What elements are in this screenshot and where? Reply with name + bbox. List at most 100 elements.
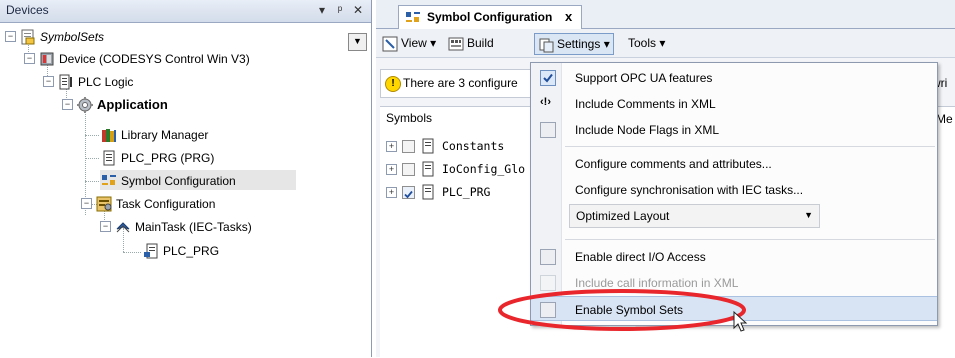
tools-menu-button[interactable]: Tools ▾ bbox=[628, 33, 665, 53]
menu-item-label: Enable Symbol Sets bbox=[575, 303, 684, 317]
tree-item-label: Symbol Configuration bbox=[121, 173, 236, 188]
tab-symbol-configuration[interactable]: Symbol Configuration x bbox=[398, 5, 582, 29]
view-menu-button[interactable]: View ▾ bbox=[382, 33, 436, 53]
tree-item-label: Library Manager bbox=[121, 127, 209, 142]
symbol-checkbox[interactable] bbox=[402, 163, 415, 176]
symbols-column-header: Symbols bbox=[386, 111, 433, 125]
tree-item-application[interactable]: − Application bbox=[0, 94, 371, 114]
view-label: View bbox=[401, 36, 427, 50]
view-icon bbox=[382, 36, 398, 52]
program-document-icon bbox=[101, 150, 117, 166]
tree-item-device[interactable]: − Device (CODESYS Control Win V3) bbox=[0, 48, 371, 68]
symbol-configuration-icon bbox=[405, 10, 421, 26]
tree-item-symbolsets[interactable]: − SymbolSets bbox=[0, 26, 345, 46]
checkbox-checked-icon bbox=[540, 70, 556, 86]
collapse-icon[interactable]: − bbox=[100, 221, 111, 232]
menu-item-label: Include Node Flags in XML bbox=[575, 123, 720, 137]
tree-item-label: Device (CODESYS Control Win V3) bbox=[59, 51, 250, 66]
menu-separator bbox=[565, 146, 935, 147]
menu-item-support-opc-ua[interactable]: Support OPC UA features bbox=[531, 65, 937, 90]
collapse-icon[interactable]: − bbox=[81, 198, 92, 209]
editor-toolbar: View ▾ Build Settings ▾ Tools ▾ bbox=[376, 29, 955, 58]
devices-pane: Devices ▾ ᵖ ✕ − SymbolSets ▼ − Device (C… bbox=[0, 0, 372, 357]
chevron-down-icon: ▾ bbox=[430, 36, 437, 50]
device-tree: − SymbolSets ▼ − Device (CODESYS Control… bbox=[0, 24, 371, 354]
info-message: There are 3 configure bbox=[403, 76, 518, 90]
collapse-icon[interactable]: − bbox=[5, 31, 16, 42]
warning-icon: ! bbox=[385, 76, 401, 92]
layout-select[interactable]: Optimized Layout ▼ bbox=[569, 204, 820, 228]
menu-item-label: Enable direct I/O Access bbox=[575, 250, 706, 264]
tree-item-plc-prg[interactable]: PLC_PRG (PRG) bbox=[0, 147, 371, 167]
settings-label: Settings bbox=[557, 37, 601, 51]
menu-item-include-comments[interactable]: ‹!› Include Comments in XML bbox=[531, 91, 937, 116]
program-document-icon bbox=[420, 138, 436, 154]
tab-strip: Symbol Configuration x bbox=[376, 0, 955, 29]
comment-tag-icon: ‹!› bbox=[540, 96, 551, 108]
menu-item-configure-comments[interactable]: Configure comments and attributes... bbox=[531, 151, 937, 176]
symbol-checkbox-checked[interactable] bbox=[402, 186, 415, 199]
tree-item-label: PLC_PRG bbox=[163, 243, 220, 258]
collapse-icon[interactable]: − bbox=[24, 53, 35, 64]
menu-item-label: Configure synchronisation with IEC tasks… bbox=[575, 183, 804, 197]
project-icon bbox=[20, 29, 36, 45]
symbol-label: Constants bbox=[442, 139, 505, 153]
close-tab-icon[interactable]: x bbox=[565, 9, 572, 24]
pane-menu-icon[interactable]: ▾ bbox=[314, 2, 330, 18]
menu-item-include-call-information: Include call information in XML bbox=[531, 270, 937, 295]
checkbox-unchecked-icon bbox=[540, 249, 556, 265]
library-books-icon bbox=[101, 127, 117, 143]
program-document-icon bbox=[420, 161, 436, 177]
program-document-icon bbox=[420, 184, 436, 200]
tools-label: Tools bbox=[628, 36, 657, 50]
menu-item-label: Configure comments and attributes... bbox=[575, 157, 772, 171]
tree-item-label: PLC Logic bbox=[78, 74, 134, 89]
checkbox-unchecked-icon bbox=[540, 122, 556, 138]
menu-item-label: Support OPC UA features bbox=[575, 71, 713, 85]
expand-icon[interactable]: + bbox=[386, 164, 397, 175]
collapse-icon[interactable]: − bbox=[62, 99, 73, 110]
tree-item-label: MainTask (IEC-Tasks) bbox=[135, 219, 252, 234]
tree-item-plc-logic[interactable]: − PLC Logic bbox=[0, 71, 371, 91]
tree-item-task-configuration[interactable]: − Task Configuration bbox=[0, 193, 371, 213]
menu-item-configure-synchronisation[interactable]: Configure synchronisation with IEC tasks… bbox=[531, 177, 937, 202]
settings-icon bbox=[538, 37, 554, 53]
plc-logic-icon bbox=[58, 74, 74, 90]
symbol-row-plc-prg[interactable]: + PLC_PRG bbox=[386, 183, 536, 201]
chevron-down-icon: ▾ bbox=[659, 36, 666, 50]
tree-item-library-manager[interactable]: Library Manager bbox=[0, 124, 371, 144]
tree-item-task-plc-prg[interactable]: PLC_PRG bbox=[0, 240, 371, 260]
task-configuration-icon bbox=[96, 196, 112, 212]
tree-item-label: Task Configuration bbox=[116, 196, 216, 211]
checkbox-disabled-icon bbox=[540, 275, 556, 291]
menu-item-enable-direct-io[interactable]: Enable direct I/O Access bbox=[531, 244, 937, 269]
chevron-down-icon: ▼ bbox=[804, 210, 813, 220]
expand-icon[interactable]: + bbox=[386, 141, 397, 152]
expand-icon[interactable]: + bbox=[386, 187, 397, 198]
menu-item-include-node-flags[interactable]: Include Node Flags in XML bbox=[531, 117, 937, 142]
symbol-row-constants[interactable]: + Constants bbox=[386, 137, 536, 155]
members-column-header: Me bbox=[936, 112, 953, 126]
settings-menu-button[interactable]: Settings ▾ bbox=[534, 33, 614, 55]
symbol-row-ioconfig[interactable]: + IoConfig_Glo bbox=[386, 160, 536, 178]
build-label: Build bbox=[467, 36, 494, 50]
build-icon bbox=[448, 36, 464, 52]
symbol-checkbox[interactable] bbox=[402, 140, 415, 153]
tree-item-label: Application bbox=[97, 96, 168, 112]
tree-item-symbol-configuration[interactable]: Symbol Configuration bbox=[100, 170, 296, 190]
tree-item-label: SymbolSets bbox=[40, 29, 105, 44]
menu-item-enable-symbol-sets[interactable]: Enable Symbol Sets bbox=[531, 296, 937, 321]
pin-icon[interactable]: ᵖ bbox=[332, 2, 348, 18]
checkbox-unchecked-icon bbox=[540, 302, 556, 318]
task-icon bbox=[115, 219, 131, 235]
menu-item-label: Include call information in XML bbox=[575, 276, 739, 290]
chevron-down-icon: ▾ bbox=[603, 37, 610, 51]
device-icon bbox=[39, 51, 55, 67]
symbol-label: IoConfig_Glo bbox=[442, 162, 526, 176]
symbol-label: PLC_PRG bbox=[442, 185, 491, 199]
close-pane-icon[interactable]: ✕ bbox=[350, 2, 366, 18]
collapse-icon[interactable]: − bbox=[43, 76, 54, 87]
build-button[interactable]: Build bbox=[448, 33, 494, 53]
tree-item-maintask[interactable]: − MainTask (IEC-Tasks) bbox=[0, 216, 371, 236]
symbol-configuration-icon bbox=[101, 173, 117, 189]
